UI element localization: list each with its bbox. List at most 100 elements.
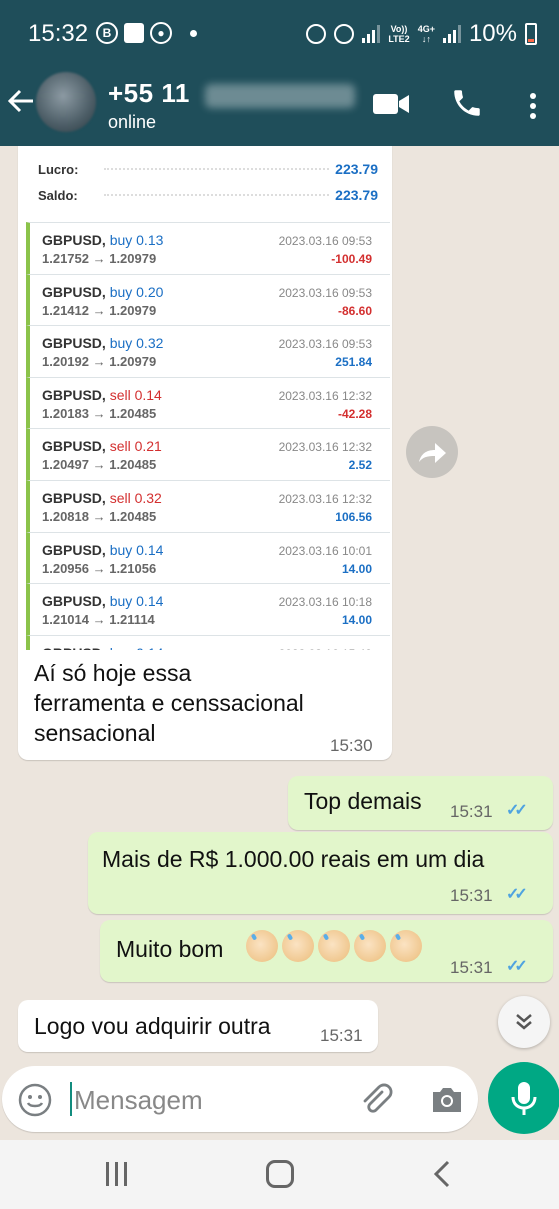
message-composer <box>0 1062 559 1140</box>
outgoing-message-text: Top demais <box>304 788 422 814</box>
trade-row: GBPUSD, buy 0.14 1.21014 → 1.21114 2023.03… <box>26 583 390 635</box>
b-badge-icon: B <box>96 22 118 44</box>
incoming-message-text: Logo vou adquirir outra <box>34 1013 271 1039</box>
camera-icon[interactable] <box>430 1084 464 1116</box>
trade-direction: buy 0.20 <box>109 283 164 300</box>
status-bar: 15:32 B ● Vo)) LTE2 4G+ ↓↑ 10% <box>0 0 559 68</box>
contact-name-redacted <box>205 84 355 108</box>
message-time: 15:30 <box>330 736 373 755</box>
trade-row: GBPUSD, sell 0.21 1.20497 → 1.20485 2023.0… <box>26 428 390 480</box>
home-icon[interactable] <box>266 1160 294 1188</box>
trade-profit: -100.49 <box>331 252 372 266</box>
read-receipt-icon: ✓✓ <box>506 802 528 819</box>
trade-row: GBPUSD, buy 0.20 1.21412 → 1.20979 2023.03… <box>26 273 390 326</box>
trade-symbol: GBPUSD, buy 0.14 <box>42 541 164 558</box>
trade-row: GBPUSD, sell 0.32 1.20818 → 1.20485 2023.0… <box>26 479 390 532</box>
signal-2-icon <box>442 25 461 43</box>
trade-prices: 1.20192 → 1.20979 <box>42 354 157 370</box>
trade-row: GBPUSD, buy 0.14 2023.03.16 15:49 <box>26 634 390 650</box>
gallery-icon <box>124 23 144 43</box>
message-input-box[interactable] <box>2 1066 478 1132</box>
chat-header: +55 11 online <box>0 68 559 146</box>
summary-row: Saldo: 223.79 <box>38 187 378 203</box>
trade-date: 2023.03.16 12:32 <box>278 491 372 506</box>
trade-prices: 1.21412 → 1.20979 <box>42 302 157 318</box>
trade-direction: buy 0.13 <box>109 232 164 248</box>
volte-icon: Vo)) LTE2 <box>388 24 410 44</box>
trade-row: GBPUSD, sell 0.14 1.20183 → 1.20485 2023.0… <box>26 376 390 429</box>
trade-date: 2023.03.16 10:18 <box>278 595 372 610</box>
phone-icon[interactable] <box>450 86 484 120</box>
contact-name[interactable]: +55 11 <box>108 78 190 109</box>
nav-back-icon[interactable] <box>428 1158 458 1190</box>
trade-prices: 1.20183 → 1.20485 <box>42 405 157 421</box>
more-notifications-icon <box>190 29 197 37</box>
contact-status: online <box>108 112 157 132</box>
account-icon: ● <box>150 22 172 44</box>
trade-report-image[interactable]: Lucro: 223.79 Saldo: 223.79 GBPUSD, buy … <box>26 146 390 650</box>
trade-row: GBPUSD, buy 0.32 1.20192 → 1.20979 2023.03… <box>26 325 390 377</box>
outgoing-message-text: Muito bom <box>116 936 224 962</box>
battery-percent: 10% <box>468 20 517 47</box>
scroll-to-bottom-button[interactable] <box>498 996 550 1048</box>
emoji-icon[interactable] <box>18 1083 52 1117</box>
forward-icon[interactable] <box>406 426 458 478</box>
read-receipt-icon: ✓✓ <box>506 886 528 903</box>
trade-profit: -86.60 <box>337 303 372 318</box>
trade-list: GBPUSD, buy 0.13 1.21752 → 1.20979 2023.03… <box>26 222 390 650</box>
avatar[interactable] <box>36 72 96 132</box>
trade-direction: buy 0.14 <box>110 645 164 650</box>
network-type-icon: 4G+ ↓↑ <box>417 24 435 44</box>
trade-date: 2023.03.16 09:53 <box>278 285 372 300</box>
trade-profit: 14.00 <box>341 561 372 576</box>
trade-prices: 1.20818 → 1.20485 <box>42 508 157 524</box>
back-arrow-icon[interactable] <box>6 86 38 122</box>
trade-symbol: GBPUSD, buy 0.14 <box>42 593 164 610</box>
incoming-message-text: Aí só hoje essa ferramenta e censsaciona… <box>34 660 304 746</box>
alarm-icon <box>334 24 355 44</box>
outgoing-message[interactable]: Muito bom 15:31 ✓✓ <box>100 920 553 982</box>
video-call-icon[interactable] <box>372 90 410 118</box>
system-navigation-bar <box>0 1140 559 1209</box>
trade-profit: 14.00 <box>341 613 372 628</box>
voice-record-button[interactable] <box>488 1062 559 1134</box>
trade-symbol: GBPUSD, sell 0.21 <box>42 438 162 455</box>
trade-profit: 251.84 <box>335 355 372 370</box>
message-time: 15:31 <box>450 886 493 905</box>
more-options-icon[interactable] <box>520 88 546 124</box>
trade-profit: -42.28 <box>337 406 372 421</box>
chat-area[interactable]: Lucro: 223.79 Saldo: 223.79 GBPUSD, buy … <box>0 146 559 1062</box>
text-cursor <box>70 1082 72 1116</box>
trade-prices: 1.20956 → 1.21056 <box>42 560 157 576</box>
clapping-emojis <box>246 930 426 962</box>
summary-row: Lucro: 223.79 <box>38 161 378 177</box>
trade-row: GBPUSD, buy 0.13 1.21752 → 1.20979 2023.03… <box>26 222 390 274</box>
trade-symbol: GBPUSD, buy 0.20 <box>42 283 164 300</box>
trade-direction: buy 0.14 <box>109 593 164 610</box>
read-receipt-icon: ✓✓ <box>506 958 528 975</box>
outgoing-message[interactable]: Mais de R$ 1.000.00 reais em um dia 15:3… <box>88 832 553 914</box>
trade-direction: sell 0.14 <box>109 386 162 403</box>
message-input[interactable] <box>74 1082 334 1118</box>
trade-symbol: GBPUSD, buy 0.32 <box>42 335 164 352</box>
attach-icon[interactable] <box>358 1082 394 1118</box>
trade-direction: buy 0.32 <box>109 335 164 352</box>
status-time: 15:32 <box>28 20 89 47</box>
trade-direction: buy 0.14 <box>109 541 164 558</box>
clapping-hands-icon <box>390 930 422 962</box>
message-time: 15:31 <box>450 958 493 977</box>
trade-prices: 1.20497 → 1.20485 <box>42 457 157 473</box>
outgoing-message[interactable]: Top demais 15:31 ✓✓ <box>288 776 553 830</box>
trade-profit: 106.56 <box>335 509 372 524</box>
trade-date: 2023.03.16 09:53 <box>278 234 372 248</box>
clapping-hands-icon <box>246 930 278 962</box>
message-time: 15:31 <box>450 802 493 821</box>
trade-date: 2023.03.16 10:01 <box>278 543 372 558</box>
clapping-hands-icon <box>318 930 350 962</box>
trade-symbol: GBPUSD, sell 0.14 <box>42 386 162 403</box>
trade-date: 2023.03.16 12:32 <box>278 440 372 455</box>
incoming-message[interactable]: Logo vou adquirir outra 15:31 <box>18 1000 378 1052</box>
trade-date: 2023.03.16 12:32 <box>278 388 372 403</box>
trade-row: GBPUSD, buy 0.14 1.20956 → 1.21056 2023.03… <box>26 531 390 584</box>
recent-apps-icon[interactable] <box>106 1162 132 1186</box>
